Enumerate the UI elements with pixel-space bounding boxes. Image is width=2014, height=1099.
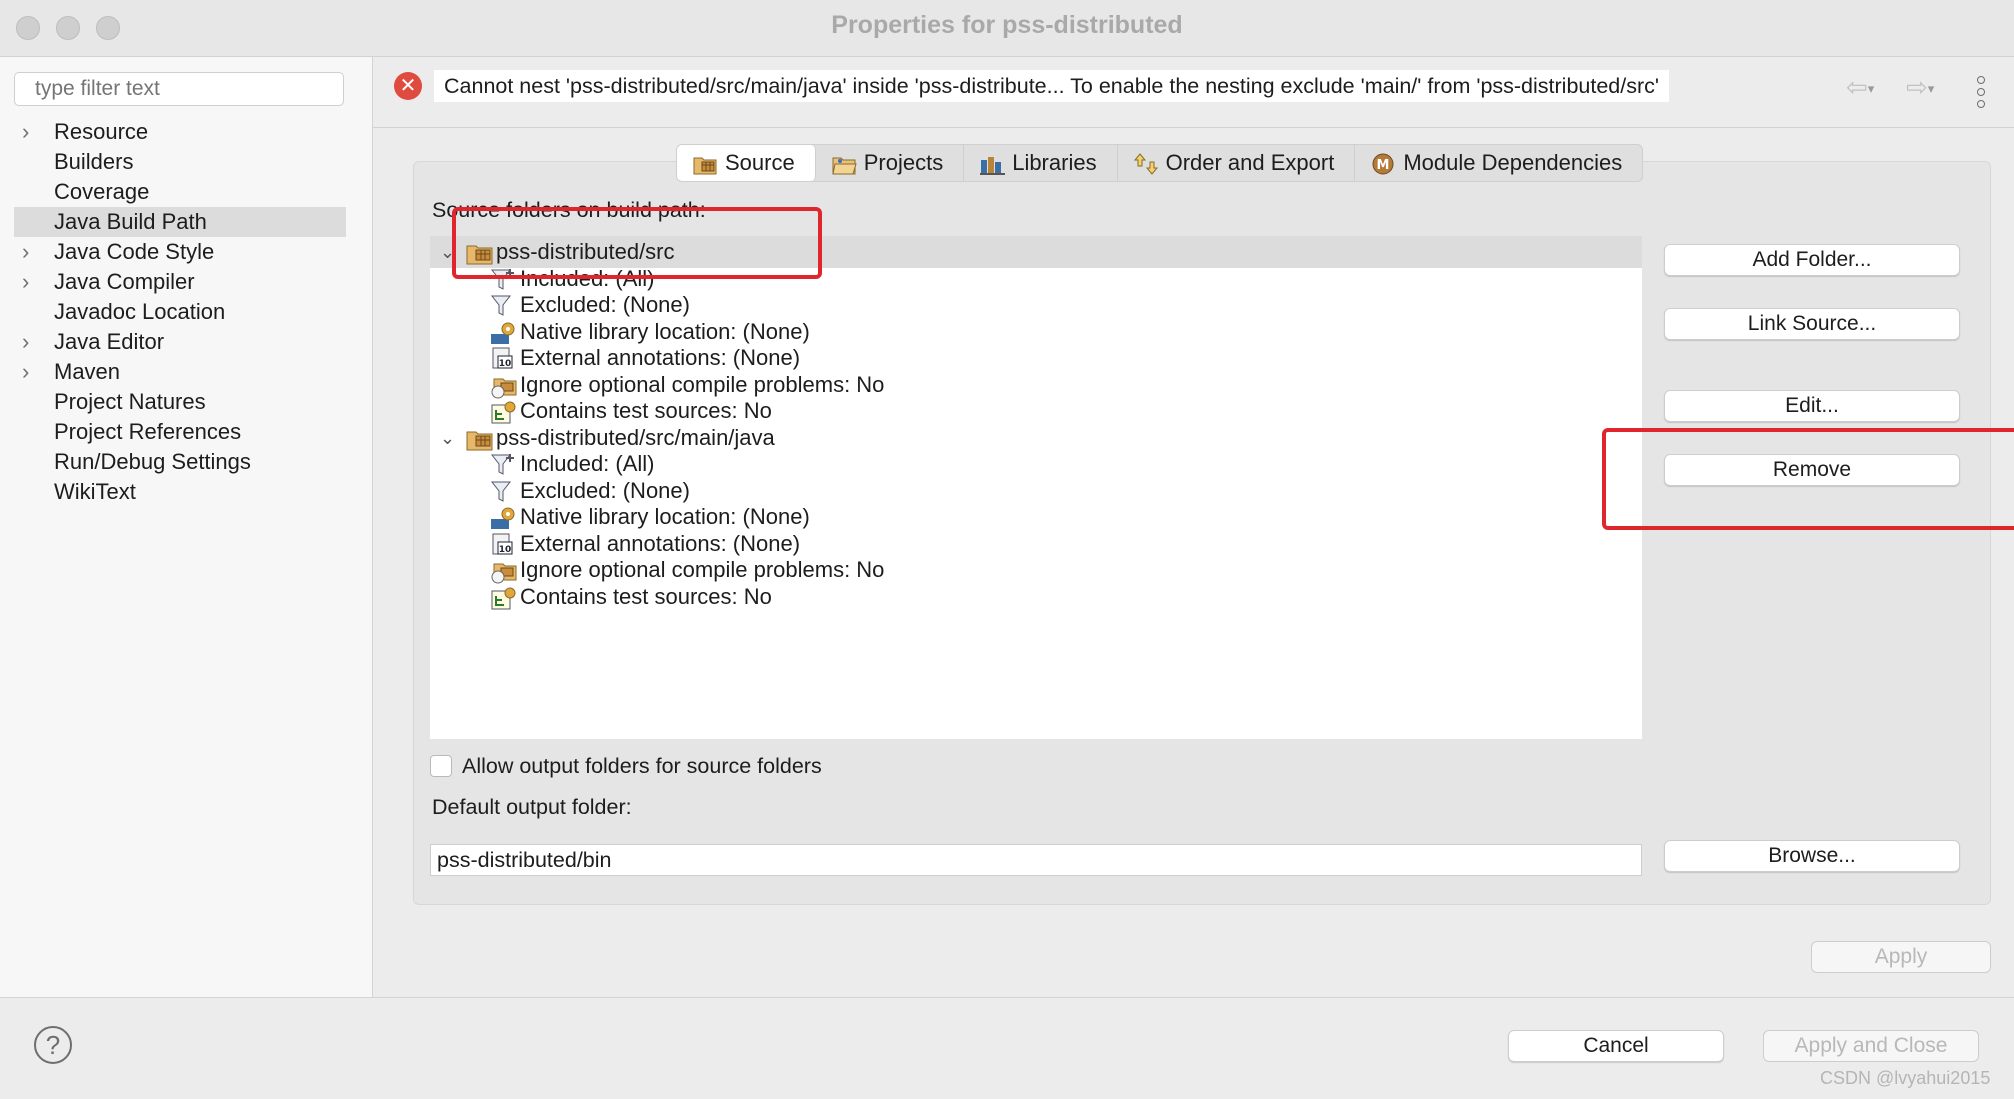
sidebar: › Resource Builders Coverage Java Build Path… xyxy=(0,57,373,997)
tab-label: Order and Export xyxy=(1165,150,1335,175)
view-menu-icon[interactable] xyxy=(1977,76,1985,112)
tab-order-export[interactable]: Order and Export xyxy=(1118,145,1356,181)
package-folder-icon xyxy=(693,151,719,175)
sidebar-item-project-references[interactable]: Project References xyxy=(14,417,346,447)
allow-output-folders-label: Allow output folders for source folders xyxy=(462,754,822,778)
tab-module-dependencies[interactable]: M Module Dependencies xyxy=(1355,145,1642,181)
browse-button[interactable]: Browse... xyxy=(1664,840,1960,872)
tab-source[interactable]: Source xyxy=(677,145,816,181)
attribute-text: Contains test sources: No xyxy=(520,583,772,609)
project-folder-icon xyxy=(832,151,858,175)
highlight-box-src-folder xyxy=(452,207,822,279)
sidebar-item-label: Project References xyxy=(54,419,242,444)
chevron-right-icon[interactable]: › xyxy=(22,357,29,387)
tab-libraries[interactable]: Libraries xyxy=(964,145,1118,181)
sidebar-item-label: Builders xyxy=(54,149,134,174)
sidebar-item-coverage[interactable]: Coverage xyxy=(14,177,346,207)
link-source-button[interactable]: Link Source... xyxy=(1664,308,1960,340)
libraries-icon xyxy=(980,151,1006,175)
error-icon: ✕ xyxy=(394,72,422,100)
sidebar-item-java-compiler[interactable]: › Java Compiler xyxy=(14,267,346,297)
sidebar-item-javadoc-location[interactable]: Javadoc Location xyxy=(14,297,346,327)
sidebar-item-resource[interactable]: › Resource xyxy=(14,117,346,147)
test-sources-icon xyxy=(490,585,518,611)
cancel-button[interactable]: Cancel xyxy=(1508,1030,1724,1062)
chevron-right-icon[interactable]: › xyxy=(22,117,29,147)
forward-nav-button[interactable]: ⇨▾ xyxy=(1906,72,1934,103)
sidebar-item-label: Java Code Style xyxy=(54,239,215,264)
tab-label: Libraries xyxy=(1012,150,1097,175)
watermark: CSDN @lvyahui2015 xyxy=(1820,1068,1991,1088)
sidebar-item-label: Project Natures xyxy=(54,389,206,414)
sidebar-item-label: Maven xyxy=(54,359,121,384)
tab-bar: Source Projects Libraries Order and Expo… xyxy=(676,144,1644,182)
sidebar-item-label: Java Editor xyxy=(54,329,165,354)
svg-text:M: M xyxy=(1377,158,1390,173)
sidebar-item-java-code-style[interactable]: › Java Code Style xyxy=(14,237,346,267)
sidebar-item-project-natures[interactable]: Project Natures xyxy=(14,387,346,417)
back-nav-button[interactable]: ⇦▾ xyxy=(1846,72,1874,103)
tab-projects[interactable]: Projects xyxy=(816,145,965,181)
sidebar-item-label: Resource xyxy=(54,119,149,144)
highlight-box-remove-button xyxy=(1602,428,2014,530)
tree-attribute-row[interactable]: Contains test sources: No xyxy=(430,581,1642,613)
sidebar-item-wikitext[interactable]: WikiText xyxy=(14,477,346,507)
sidebar-item-run-debug-settings[interactable]: Run/Debug Settings xyxy=(14,447,346,477)
tab-label: Projects xyxy=(863,150,944,175)
default-output-folder-label: Default output folder: xyxy=(432,795,632,819)
edit-button[interactable]: Edit... xyxy=(1664,390,1960,422)
source-folders-tree[interactable]: ⌄ pss-distributed/src Included: (All) Exclu… xyxy=(430,236,1642,739)
sidebar-item-label: Java Compiler xyxy=(54,269,195,294)
module-icon: M xyxy=(1371,151,1397,175)
sidebar-item-builders[interactable]: Builders xyxy=(14,147,346,177)
sidebar-item-label: WikiText xyxy=(54,479,136,504)
tab-label: Module Dependencies xyxy=(1403,150,1623,175)
chevron-right-icon[interactable]: › xyxy=(22,327,29,357)
sidebar-item-label: Java Build Path xyxy=(54,209,207,234)
svg-text:10: 10 xyxy=(499,545,512,555)
order-export-icon xyxy=(1133,151,1160,175)
sidebar-item-java-editor[interactable]: › Java Editor xyxy=(14,327,346,357)
sidebar-item-label: Javadoc Location xyxy=(54,299,226,324)
add-folder-button[interactable]: Add Folder... xyxy=(1664,244,1960,276)
allow-output-folders-checkbox[interactable] xyxy=(430,755,452,777)
filter-input[interactable] xyxy=(14,72,344,106)
default-output-folder-field[interactable]: pss-distributed/bin xyxy=(430,844,1642,876)
chevron-right-icon[interactable]: › xyxy=(22,267,29,297)
sidebar-item-label: Coverage xyxy=(54,179,150,204)
apply-button[interactable]: Apply xyxy=(1811,941,1991,973)
svg-text:10: 10 xyxy=(499,359,512,369)
sidebar-item-label: Run/Debug Settings xyxy=(54,449,251,474)
chevron-right-icon[interactable]: › xyxy=(22,237,29,267)
window-title: Properties for pss-distributed xyxy=(831,11,1183,39)
sidebar-item-maven[interactable]: › Maven xyxy=(14,357,346,387)
apply-and-close-button[interactable]: Apply and Close xyxy=(1763,1030,1979,1062)
help-icon[interactable]: ? xyxy=(34,1026,72,1064)
error-message: Cannot nest 'pss-distributed/src/main/ja… xyxy=(434,70,1669,102)
tab-label: Source xyxy=(725,150,795,175)
sidebar-item-java-build-path[interactable]: Java Build Path xyxy=(14,207,346,237)
